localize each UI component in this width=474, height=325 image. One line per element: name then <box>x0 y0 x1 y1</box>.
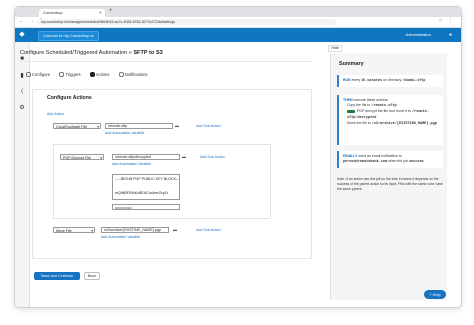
breadcrumb: Configure Scheduled/Triggered Automation… <box>20 50 163 56</box>
dependency-pill-icon <box>347 109 355 113</box>
user-avatar-icon[interactable]: ● <box>449 31 455 39</box>
add-automation-variable-link[interactable]: Add Automation Variable <box>112 162 151 166</box>
add-sub-action-link[interactable]: Add Sub Action <box>196 124 221 128</box>
copy-directory: /remote-sftp <box>371 104 397 108</box>
couchdrop-logo-icon[interactable]: ◆ <box>18 31 26 39</box>
address-bar: ← → ↻ my.couchdrop.io/manage/scheduled/0… <box>15 17 461 28</box>
file-icon[interactable]: ▮ <box>19 72 25 79</box>
summary-text: send an email notification to <box>358 154 402 158</box>
step-triggers[interactable]: Triggers <box>59 72 84 78</box>
action-path-input[interactable]: /remote-sftp <box>105 123 173 129</box>
folder-picker-icon[interactable]: ▬ <box>173 227 177 232</box>
radio-icon <box>26 72 31 78</box>
browser-tab[interactable]: Couchdrop ✕ <box>39 9 105 17</box>
hide-summary-button[interactable]: Hide <box>328 45 342 52</box>
summary-text: Move the file to <box>347 121 371 125</box>
action-type-select[interactable]: Copy/Duplicate File ▾ <box>53 123 101 129</box>
pgp-key-textarea[interactable]: -----BEGIN PGP PUBLIC KEY BLOCK---- mQIN… <box>112 174 180 200</box>
step-label: Triggers <box>65 72 81 77</box>
finally-keyword: FINALLY <box>343 154 358 158</box>
summary-panel: Summary RUN every 15 minutes on director… <box>330 53 447 300</box>
add-sub-action-link[interactable]: Add Sub Action <box>196 228 221 232</box>
action-path-input[interactable]: /s3/archive/{EXISTING_NAME}.pgp <box>101 227 169 233</box>
step-configure[interactable]: Configure <box>26 72 54 78</box>
summary-text: on directory <box>383 78 402 82</box>
close-tab-icon[interactable]: ✕ <box>99 9 102 17</box>
summary-text: execute these actions: <box>353 98 389 102</box>
step-label: Notifications <box>124 72 148 77</box>
actions-panel: Configure Actions Add Action Copy/Duplic… <box>32 89 312 259</box>
summary-text: PGP decrypt the file and move it to <box>357 109 412 113</box>
summary-title: Summary <box>339 61 364 67</box>
pgp-password-input[interactable]: •••••••••••• <box>112 204 180 210</box>
action-type-select[interactable]: Move File ▾ <box>53 227 95 233</box>
summary-text: when the job <box>388 159 408 163</box>
new-tab-icon[interactable]: + <box>109 8 113 14</box>
action-type-select[interactable]: PGP Decrypt File ▾ <box>60 154 104 160</box>
radio-icon <box>118 72 124 78</box>
notification-email: person@remotebank.com <box>343 160 388 164</box>
save-and-continue-button[interactable]: Save and Continue <box>34 272 80 280</box>
summary-text: Copy the file to <box>347 103 371 107</box>
run-keyword: RUN <box>343 78 351 82</box>
radio-selected-icon <box>89 72 95 78</box>
summary-text: every <box>351 78 361 82</box>
administration-link[interactable]: Administration <box>406 31 431 39</box>
add-action-link[interactable]: Add Action <box>47 112 64 116</box>
connect-button-label: Connect to my Couchdrop io <box>43 33 94 38</box>
back-button[interactable]: Back <box>84 272 100 280</box>
step-actions[interactable]: Actions <box>89 72 114 78</box>
automation-icon[interactable]: ⚙ <box>19 104 25 111</box>
app-header: ◆ Connect to my Couchdrop io Administrat… <box>15 28 461 42</box>
connect-button[interactable]: Connect to my Couchdrop io <box>38 31 99 41</box>
run-directory: /bombi-sftp <box>402 79 426 83</box>
action-type-value: Move File <box>56 229 72 233</box>
share-icon[interactable]: ⟨ <box>19 88 25 95</box>
run-interval: 15 minutes <box>361 79 383 83</box>
url-field[interactable]: my.couchdrop.io/manage/scheduled/08e9b15… <box>37 19 337 25</box>
action-type-value: Copy/Duplicate File <box>56 125 88 129</box>
panel-title: Configure Actions <box>47 95 92 101</box>
sub-action-container: PGP Decrypt File ▾ /remote-sftp/decrypted… <box>53 144 271 219</box>
then-keyword: THEN <box>343 98 353 102</box>
chevron-down-icon: ▾ <box>100 156 102 160</box>
chevron-down-icon: ▾ <box>91 229 93 233</box>
sidebar: ■ ▮ ⟨ ⚙ <box>15 42 30 307</box>
browser-tab-bar: Couchdrop ✕ + <box>15 7 461 23</box>
chevron-down-icon: ▾ <box>97 125 99 129</box>
breadcrumb-current: SFTP to S3 <box>133 50 163 56</box>
step-label: Configure <box>32 72 51 77</box>
help-label: Help <box>432 292 441 297</box>
summary-then-box: THEN execute these actions: Copy the fil… <box>337 95 443 145</box>
action-path-input[interactable]: /remote-sftp/decrypted <box>112 154 180 160</box>
browser-tab-title: Couchdrop <box>43 10 63 15</box>
folder-picker-icon[interactable]: ▬ <box>182 154 186 159</box>
add-sub-action-link[interactable]: Add Sub Action <box>200 155 225 159</box>
browser-menu-icon[interactable]: ☆ ⋮ <box>438 18 455 24</box>
step-selector: Configure Triggers Actions Notifications <box>26 72 155 78</box>
summary-finally-box: FINALLY send an email notification to pe… <box>337 151 443 168</box>
add-automation-variable-link[interactable]: Add Automation Variable <box>101 235 140 239</box>
summary-note: Note: If an action has this pill on the … <box>337 177 443 191</box>
step-notifications[interactable]: Notifications <box>118 72 152 78</box>
add-automation-variable-link[interactable]: Add Automation Variable <box>105 131 144 135</box>
move-directory: /s3/archive/{EXISTING_NAME}.pgp <box>371 122 437 126</box>
notification-status: success <box>408 160 424 164</box>
step-label: Actions <box>95 72 110 77</box>
action-type-value: PGP Decrypt File <box>63 156 91 160</box>
breadcrumb-parent[interactable]: Configure Scheduled/Triggered Automation <box>20 50 127 56</box>
help-button[interactable]: ? Help <box>424 290 446 299</box>
radio-icon <box>59 72 65 78</box>
summary-run-box: RUN every 15 minutes on directory /bombi… <box>337 75 443 87</box>
folder-picker-icon[interactable]: ▬ <box>175 123 179 128</box>
divider <box>20 61 312 62</box>
